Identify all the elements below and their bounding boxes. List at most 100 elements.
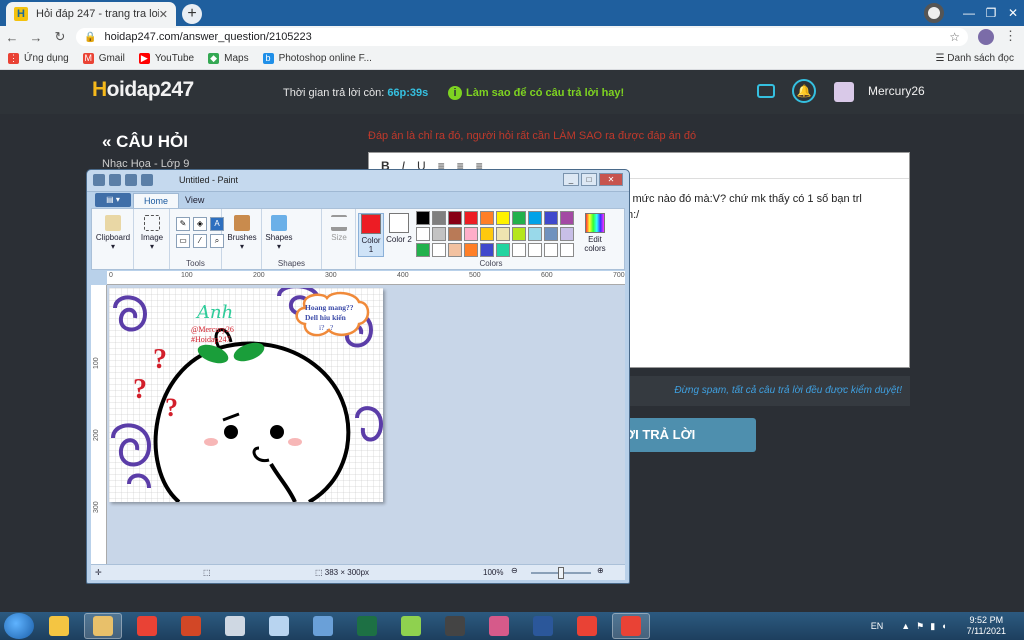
hoidap-logo[interactable]: Hoidap247: [92, 78, 194, 102]
palette-swatch[interactable]: [448, 227, 462, 241]
taskbar-app[interactable]: [612, 613, 650, 639]
palette-swatch[interactable]: [432, 211, 446, 225]
taskbar-app[interactable]: [40, 613, 78, 639]
taskbar-app[interactable]: [260, 613, 298, 639]
language-indicator[interactable]: EN: [871, 621, 884, 631]
user-avatar[interactable]: [834, 82, 854, 102]
minimize-icon[interactable]: —: [958, 6, 980, 20]
profile-avatar-icon[interactable]: [924, 3, 944, 23]
palette-swatch[interactable]: [416, 211, 430, 225]
size-button[interactable]: Size: [324, 215, 354, 242]
palette-swatch[interactable]: [528, 211, 542, 225]
color2-selector[interactable]: Color 2: [386, 213, 412, 244]
brushes-button[interactable]: Brushes ▾: [224, 215, 260, 251]
palette-swatch[interactable]: [464, 227, 478, 241]
taskbar-app[interactable]: [568, 613, 606, 639]
palette-swatch[interactable]: [448, 211, 462, 225]
palette-swatch[interactable]: [416, 243, 430, 257]
zoom-in-icon[interactable]: ⊕: [597, 566, 604, 575]
bookmark-star-icon[interactable]: ☆: [949, 30, 960, 44]
eraser-icon[interactable]: ▭: [176, 234, 190, 248]
minimize-icon[interactable]: _: [563, 173, 579, 186]
zoom-out-icon[interactable]: ⊖: [511, 566, 518, 575]
palette-swatch[interactable]: [512, 243, 526, 257]
close-tab-icon[interactable]: ✕: [159, 8, 168, 21]
palette-swatch[interactable]: [512, 227, 526, 241]
chat-icon[interactable]: [757, 84, 775, 98]
palette-swatch[interactable]: [496, 227, 510, 241]
palette-swatch[interactable]: [448, 243, 462, 257]
undo-icon[interactable]: [125, 174, 137, 186]
new-tab-button[interactable]: +: [182, 4, 202, 24]
address-url[interactable]: hoidap247.com/answer_question/2105223: [104, 31, 949, 43]
bookmark-apps[interactable]: ⋮ Ứng dụng: [8, 53, 69, 64]
palette-swatch[interactable]: [544, 227, 558, 241]
taskbar-app[interactable]: [480, 613, 518, 639]
taskbar-app[interactable]: [304, 613, 342, 639]
image-button[interactable]: Image ▾: [136, 215, 168, 251]
edit-colors-button[interactable]: Edit colors: [580, 213, 610, 253]
save-icon[interactable]: [109, 174, 121, 186]
chrome-menu-icon[interactable]: ⋮: [1004, 28, 1017, 44]
notification-bell-icon[interactable]: 🔔: [792, 79, 816, 103]
palette-swatch[interactable]: [480, 211, 494, 225]
taskbar-app[interactable]: [84, 613, 122, 639]
zoom-slider-thumb[interactable]: [558, 567, 564, 579]
bookmark-youtube[interactable]: ▶ YouTube: [138, 53, 194, 64]
taskbar-app[interactable]: [172, 613, 210, 639]
close-icon[interactable]: ✕: [599, 173, 623, 186]
address-bar[interactable]: 🔒 hoidap247.com/answer_question/2105223 …: [76, 28, 968, 46]
tray-icons[interactable]: ▲⚑▮◖: [901, 621, 952, 632]
taskbar-app[interactable]: [392, 613, 430, 639]
bookmark-gmail[interactable]: M Gmail: [82, 53, 125, 64]
drawing-canvas[interactable]: ? ? ? Anh @Mercury26 #Hoidap247 Hoang ma…: [109, 288, 383, 502]
palette-swatch[interactable]: [464, 243, 478, 257]
bookmark-maps[interactable]: ◆ Maps: [208, 53, 249, 64]
forward-arrow-icon[interactable]: →: [24, 30, 48, 45]
taskbar-app[interactable]: [216, 613, 254, 639]
palette-swatch[interactable]: [480, 227, 494, 241]
palette-swatch[interactable]: [496, 243, 510, 257]
redo-icon[interactable]: [141, 174, 153, 186]
bookmark-photoshop[interactable]: b Photoshop online F...: [262, 53, 372, 64]
palette-swatch[interactable]: [432, 227, 446, 241]
back-arrow-icon[interactable]: ←: [0, 30, 24, 45]
reading-list[interactable]: ☰ Danh sách đọc: [936, 53, 1014, 64]
tab-home[interactable]: Home: [133, 193, 180, 208]
palette-swatch[interactable]: [512, 211, 526, 225]
palette-swatch[interactable]: [560, 243, 574, 257]
taskbar-app[interactable]: [436, 613, 474, 639]
shapes-button[interactable]: Shapes ▾: [264, 215, 294, 251]
maximize-icon[interactable]: □: [581, 173, 597, 186]
palette-swatch[interactable]: [432, 243, 446, 257]
tab-view[interactable]: View: [175, 193, 214, 208]
palette-swatch[interactable]: [560, 227, 574, 241]
howto-link[interactable]: i Làm sao để có câu trả lời hay!: [448, 86, 624, 100]
browser-tab[interactable]: H Hỏi đáp 247 - trang tra loi ✕: [6, 2, 176, 26]
palette-swatch[interactable]: [528, 243, 542, 257]
pencil-icon[interactable]: ✎: [176, 217, 190, 231]
palette-swatch[interactable]: [544, 243, 558, 257]
palette-swatch[interactable]: [464, 211, 478, 225]
username[interactable]: Mercury26: [868, 84, 925, 98]
maximize-icon[interactable]: ❐: [980, 6, 1002, 20]
palette-swatch[interactable]: [560, 211, 574, 225]
reload-icon[interactable]: ↻: [48, 29, 72, 45]
clock[interactable]: 9:52 PM 7/11/2021: [967, 615, 1006, 637]
palette-swatch[interactable]: [416, 227, 430, 241]
start-button[interactable]: [4, 613, 34, 639]
taskbar-app[interactable]: [348, 613, 386, 639]
paint-app-icon[interactable]: [93, 174, 105, 186]
close-window-icon[interactable]: ✕: [1002, 6, 1024, 20]
taskbar-app[interactable]: [524, 613, 562, 639]
palette-swatch[interactable]: [544, 211, 558, 225]
color-picker-icon[interactable]: ⁄: [193, 234, 207, 248]
palette-swatch[interactable]: [496, 211, 510, 225]
clipboard-button[interactable]: Clipboard ▾: [94, 215, 132, 251]
extension-avatar-icon[interactable]: [978, 29, 994, 45]
fill-icon[interactable]: ◈: [193, 217, 207, 231]
palette-swatch[interactable]: [480, 243, 494, 257]
color1-selector[interactable]: Color 1: [358, 213, 384, 257]
taskbar-app[interactable]: [128, 613, 166, 639]
paint-menu-button[interactable]: ▤ ▾: [95, 193, 131, 207]
